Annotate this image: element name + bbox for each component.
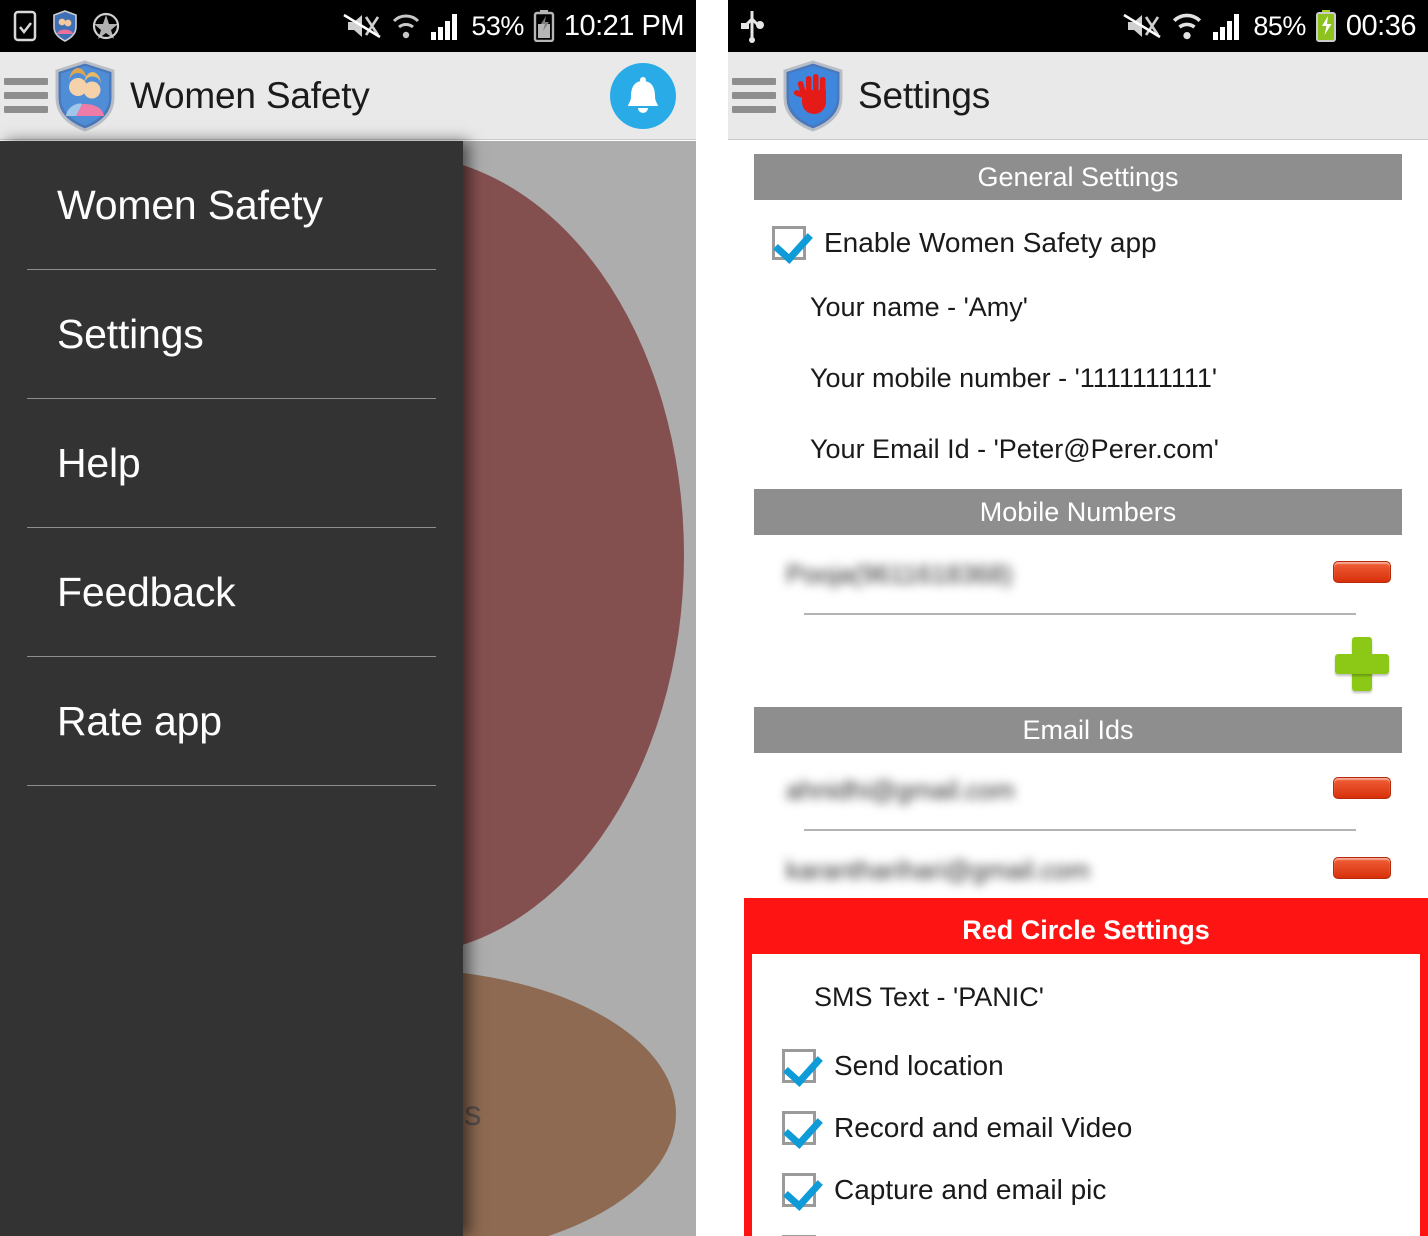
hamburger-menu-icon[interactable] (732, 78, 776, 113)
drawer-item-settings[interactable]: Settings (0, 270, 463, 398)
drawer-item-label: Help (57, 439, 141, 486)
battery-percent-label: 53% (471, 10, 524, 41)
star-burst-icon (92, 12, 120, 40)
plus-icon (1335, 637, 1389, 691)
status-bar-clock: 00:36 (1345, 9, 1417, 42)
left-status-bar: 53% 10:21 PM (0, 0, 696, 52)
section-header-general-settings: General Settings (754, 154, 1402, 200)
send-location-row[interactable]: Send location (752, 1049, 1420, 1083)
page-title: Settings (858, 74, 991, 116)
drawer-item-rate-app[interactable]: Rate app (0, 657, 463, 785)
empty-slot (786, 633, 1322, 635)
field-underline (804, 829, 1356, 831)
notification-bell-icon[interactable] (610, 62, 676, 129)
battery-charging-icon (1315, 10, 1336, 42)
wifi-icon (1173, 13, 1202, 40)
minus-icon (1333, 857, 1391, 879)
email-id-row[interactable]: ahnidhi@gmail.com (728, 773, 1428, 835)
section-header-email-ids: Email Ids (754, 707, 1402, 753)
drawer-divider (27, 785, 436, 786)
red-circle-settings-panel: Red Circle Settings SMS Text - 'PANIC' S… (744, 898, 1428, 1236)
right-status-bar-right-icons: 85% 00:36 (1122, 9, 1417, 42)
vibrate-mute-icon (1123, 13, 1162, 39)
send-location-label: Send location (834, 1050, 1004, 1081)
settings-scroll-content[interactable]: General Settings Enable Women Safety app… (728, 140, 1428, 1236)
usb-device-icon (13, 10, 37, 42)
record-email-video-label: Record and email Video (834, 1112, 1133, 1143)
mobile-number-row[interactable]: Pooja(9611618368) (728, 557, 1428, 619)
drawer-item-label: Feedback (57, 568, 236, 615)
drawer-item-help[interactable]: Help (0, 399, 463, 527)
add-mobile-number-row[interactable] (728, 633, 1428, 703)
your-mobile-number-value: Your mobile number - '1111111111' (810, 363, 1218, 393)
drawer-item-feedback[interactable]: Feedback (0, 528, 463, 656)
checkbox-checked-icon[interactable] (782, 1111, 816, 1145)
status-bar-clock: 10:21 PM (563, 9, 685, 42)
section-header-red-circle-settings: Red Circle Settings (752, 906, 1420, 954)
vibrate-mute-icon (343, 13, 381, 39)
minus-icon (1333, 561, 1391, 583)
add-mobile-number-button[interactable] (1322, 633, 1402, 691)
section-header-label: Email Ids (1022, 714, 1134, 745)
drawer-item-label: Women Safety (57, 181, 323, 228)
capture-email-pic-label: Capture and email pic (834, 1174, 1107, 1205)
section-header-label: Red Circle Settings (962, 914, 1210, 945)
enable-app-checkbox-row[interactable]: Enable Women Safety app (728, 226, 1428, 260)
left-phone-screen: 53% 10:21 PM Women Safety Women Safety S… (0, 0, 696, 1236)
checkbox-checked-icon[interactable] (782, 1173, 816, 1207)
cellular-signal-icon (431, 14, 458, 40)
section-header-label: Mobile Numbers (979, 496, 1177, 527)
section-header-label: General Settings (977, 161, 1179, 192)
remove-mobile-number-button[interactable] (1322, 557, 1402, 583)
remove-email-id-button[interactable] (1322, 853, 1402, 879)
women-safety-shield-icon (53, 10, 77, 42)
right-status-bar: 85% 00:36 (728, 0, 1428, 52)
cellular-signal-icon (1213, 14, 1240, 40)
your-email-id-value: Your Email Id - 'Peter@Perer.com' (810, 434, 1219, 464)
remove-email-id-button[interactable] (1322, 773, 1402, 799)
mobile-number-value[interactable]: Pooja(9611618368) (786, 557, 1322, 590)
right-phone-screen: 85% 00:36 Settings General Settings Enab… (728, 0, 1428, 1236)
left-status-bar-right-icons: 53% 10:21 PM (342, 9, 685, 42)
left-status-bar-left-icons (12, 10, 120, 42)
battery-percent-label: 85% (1253, 10, 1306, 41)
drawer-item-label: Rate app (57, 697, 222, 744)
dual-screenshot-container: 53% 10:21 PM Women Safety Women Safety S… (0, 0, 1428, 1236)
field-underline (804, 613, 1356, 615)
email-id-value[interactable]: ahnidhi@gmail.com (786, 773, 1322, 806)
enable-app-label: Enable Women Safety app (824, 227, 1157, 258)
right-action-bar: Settings (728, 52, 1428, 140)
usb-icon (741, 11, 764, 43)
page-title: Women Safety (130, 74, 370, 116)
minus-icon (1333, 777, 1391, 799)
sms-text-value: SMS Text - 'PANIC' (814, 982, 1044, 1012)
drawer-item-women-safety[interactable]: Women Safety (0, 141, 463, 269)
section-header-mobile-numbers: Mobile Numbers (754, 489, 1402, 535)
capture-email-pic-row[interactable]: Capture and email pic (752, 1173, 1420, 1207)
women-safety-shield-icon (55, 59, 115, 132)
record-email-video-row[interactable]: Record and email Video (752, 1111, 1420, 1145)
battery-icon (533, 10, 555, 42)
red-hand-shield-icon (783, 59, 843, 132)
wifi-icon (393, 14, 420, 39)
checkbox-checked-icon[interactable] (782, 1049, 816, 1083)
drawer-item-label: Settings (57, 310, 204, 357)
screenshot-gutter (696, 0, 728, 1236)
your-name-value: Your name - 'Amy' (810, 292, 1028, 322)
checkbox-checked-icon[interactable] (772, 226, 806, 260)
right-status-bar-left-icons (740, 9, 764, 43)
hamburger-menu-icon[interactable] (4, 78, 48, 113)
email-id-value[interactable]: karantharihari@gmail.com (786, 853, 1322, 886)
navigation-drawer: Women Safety Settings Help Feedback Rate… (0, 141, 463, 1236)
left-action-bar: Women Safety (0, 52, 696, 140)
